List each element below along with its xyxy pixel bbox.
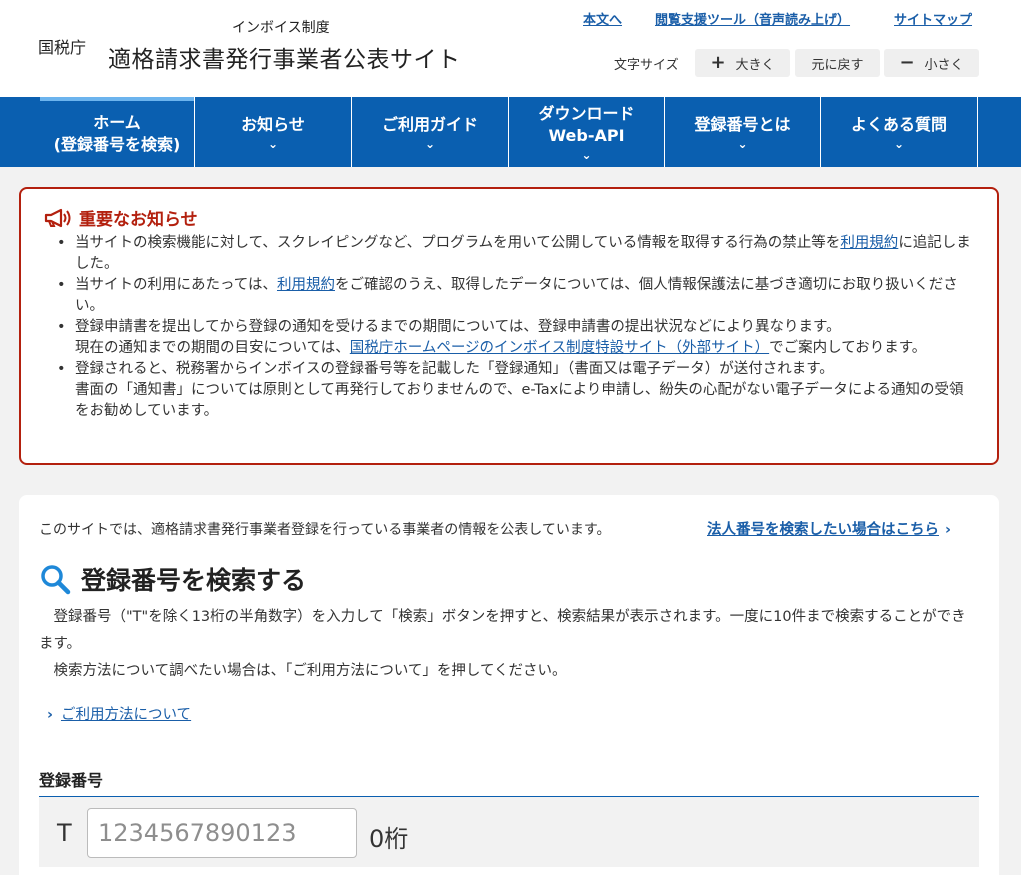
t-prefix: T [57, 819, 72, 847]
nav-faq[interactable]: よくある質問 ⌄ [821, 97, 977, 167]
registration-number-label: 登録番号 [39, 771, 104, 790]
plus-icon: + [710, 52, 726, 73]
digit-count: 0桁 [369, 825, 409, 853]
search-card: このサイトでは、適格請求書発行事業者登録を行っている事業者の情報を公表しています… [19, 495, 999, 875]
nav-download-label: ダウンロード [538, 104, 635, 123]
notice-item: 登録申請書を提出してから登録の通知を受けるまでの期間については、登録申請書の提出… [55, 317, 975, 359]
nav-home-label: ホーム [93, 113, 141, 132]
skip-to-content-link[interactable]: 本文へ [583, 9, 622, 28]
megaphone-icon [44, 208, 71, 227]
notice-item: 登録されると、税務署からインボイスの登録番号等を記載した「登録通知」（書面又は電… [55, 359, 975, 422]
font-size-label: 文字サイズ [614, 58, 679, 73]
chevron-down-icon: ⌄ [737, 137, 748, 151]
notice-title: 重要なお知らせ [43, 205, 198, 230]
search-heading: 登録番号を検索する [39, 561, 306, 597]
font-larger-button[interactable]: + 大きく [695, 49, 790, 77]
font-smaller-label: 小さく [924, 57, 964, 73]
site-subtitle: インボイス制度 [232, 20, 330, 36]
sitemap-link[interactable]: サイトマップ [894, 9, 972, 28]
search-heading-text: 登録番号を検索する [81, 566, 307, 595]
terms-link[interactable]: 利用規約 [277, 277, 335, 293]
invoice-special-site-link[interactable]: 国税庁ホームページのインボイス制度特設サイト（外部サイト） [350, 340, 769, 356]
nav-guide-label: ご利用ガイド [381, 115, 478, 134]
notice-item: 当サイトの検索機能に対して、スクレイピングなど、プログラムを用いて公開している情… [55, 233, 975, 275]
chevron-right-icon: › [945, 522, 951, 538]
font-smaller-button[interactable]: − 小さく [884, 49, 979, 77]
nav-divider [977, 97, 978, 167]
accessibility-tool-link[interactable]: 閲覧支援ツール（音声読み上げ） [655, 9, 850, 28]
chevron-down-icon: ⌄ [267, 137, 279, 151]
agency-name: 国税庁 [38, 38, 87, 57]
notice-list: 当サイトの検索機能に対して、スクレイピングなど、プログラムを用いて公開している情… [55, 233, 975, 422]
notice-title-text: 重要なお知らせ [79, 210, 198, 230]
usage-guide-link[interactable]: › ご利用方法について [47, 703, 191, 724]
font-reset-button[interactable]: 元に戻す [795, 49, 880, 77]
nav-about-number[interactable]: 登録番号とは ⌄ [665, 97, 820, 167]
magnifier-icon [41, 565, 71, 595]
site-header: 国税庁 インボイス制度 適格請求書発行事業者公表サイト 本文へ 閲覧支援ツール（… [0, 0, 1021, 97]
search-description: 登録番号（"T"を除く13桁の半角数字）を入力して「検索」ボタンを押すと、検索結… [39, 609, 966, 679]
registration-number-input[interactable] [87, 808, 357, 858]
font-larger-label: 大きく [735, 57, 775, 73]
notice-item: 当サイトの利用にあたっては、利用規約をご確認のうえ、取得したデータについては、個… [55, 275, 975, 317]
nav-download[interactable]: ダウンロード Web-API ⌄ [509, 97, 664, 167]
global-nav: ホーム (登録番号を検索) お知らせ ⌄ ご利用ガイド ⌄ ダウンロード Web… [0, 97, 1021, 167]
nav-home[interactable]: ホーム (登録番号を検索) [40, 97, 194, 167]
minus-icon: − [899, 52, 915, 73]
nav-faq-label: よくある質問 [850, 115, 947, 134]
nav-download-sub: Web-API [548, 126, 625, 145]
nav-news[interactable]: お知らせ ⌄ [195, 97, 351, 167]
nav-news-label: お知らせ [241, 115, 305, 134]
registration-input-area: T 0桁 [39, 797, 979, 867]
important-notice: 重要なお知らせ 当サイトの検索機能に対して、スクレイピングなど、プログラムを用い… [19, 187, 999, 465]
nav-about-number-label: 登録番号とは [694, 115, 791, 134]
terms-link[interactable]: 利用規約 [840, 235, 898, 251]
nav-guide[interactable]: ご利用ガイド ⌄ [352, 97, 508, 167]
chevron-down-icon: ⌄ [424, 137, 436, 151]
font-reset-label: 元に戻す [811, 57, 864, 73]
chevron-down-icon: ⌄ [893, 137, 905, 151]
chevron-down-icon: ⌄ [581, 148, 592, 162]
intro-text: このサイトでは、適格請求書発行事業者登録を行っている事業者の情報を公表しています… [39, 522, 611, 538]
chevron-right-icon: › [47, 707, 53, 723]
site-title[interactable]: 適格請求書発行事業者公表サイト [108, 40, 461, 74]
nav-home-sub: (登録番号を検索) [53, 135, 181, 154]
corporate-number-search-link[interactable]: 法人番号を検索したい場合はこちら › [707, 518, 951, 539]
